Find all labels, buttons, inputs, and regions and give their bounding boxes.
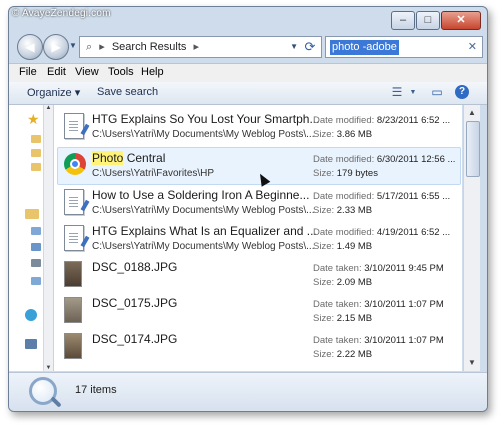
menu-tools[interactable]: Tools bbox=[108, 66, 134, 78]
library-item-icon[interactable] bbox=[31, 243, 41, 251]
date-modified: Date modified: 4/19/2011 6:52 ... bbox=[313, 227, 451, 238]
document-icon bbox=[64, 225, 90, 251]
file-name: How to Use a Soldering Iron A Beginne... bbox=[92, 188, 310, 202]
search-query-text[interactable]: photo -adobe bbox=[330, 40, 399, 55]
libraries-icon[interactable] bbox=[25, 209, 39, 219]
file-name: HTG Explains So You Lost Your Smartph... bbox=[92, 112, 320, 126]
navigation-pane-scrollbar[interactable]: ▲ ▼ bbox=[43, 105, 53, 371]
menu-file[interactable]: File bbox=[19, 66, 37, 78]
date-modified: Date modified: 6/30/2011 12:56 ... bbox=[313, 154, 456, 165]
date-modified: Date modified: 5/17/2011 6:55 ... bbox=[313, 191, 451, 202]
item-count: 17 items bbox=[75, 384, 117, 396]
homegroup-icon[interactable] bbox=[25, 309, 37, 321]
back-arrow-icon[interactable]: ◀ bbox=[17, 34, 43, 60]
library-item-icon[interactable] bbox=[31, 227, 41, 235]
folder-icon[interactable] bbox=[31, 135, 41, 143]
results-scrollbar[interactable]: ▲ ▼ bbox=[463, 105, 480, 371]
organize-button[interactable]: Organize ▾ bbox=[27, 86, 80, 99]
address-field[interactable]: ⌕ ▸ Search Results ▸ ▼ bbox=[79, 36, 303, 58]
folder-icon[interactable] bbox=[31, 149, 41, 157]
file-size: Size: 2.33 MB bbox=[313, 205, 373, 216]
clear-search-icon[interactable]: ✕ bbox=[468, 37, 477, 57]
file-size: Size: 179 bytes bbox=[313, 168, 378, 179]
folder-icon[interactable] bbox=[31, 163, 41, 171]
list-item[interactable]: HTG Explains What Is an Equalizer and ..… bbox=[58, 221, 460, 257]
file-path: C:\Users\Yatri\My Documents\My Weblog Po… bbox=[92, 129, 315, 140]
scrollbar-thumb[interactable] bbox=[466, 121, 480, 177]
scroll-down-arrow-icon[interactable]: ▼ bbox=[466, 357, 478, 369]
help-icon[interactable]: ? bbox=[455, 85, 469, 99]
list-item[interactable]: HTG Explains So You Lost Your Smartph...… bbox=[58, 109, 460, 145]
caption-buttons: – □ ✕ bbox=[391, 11, 481, 30]
breadcrumb-search-results[interactable]: Search Results bbox=[112, 41, 187, 53]
scroll-down-arrow-icon[interactable]: ▼ bbox=[44, 365, 53, 371]
minimize-button[interactable]: – bbox=[391, 11, 415, 30]
navigation-pane[interactable]: ★ ▲ ▼ bbox=[9, 105, 54, 371]
forward-arrow-icon[interactable]: ▶ bbox=[43, 34, 69, 60]
refresh-icon[interactable]: ⟳ bbox=[299, 36, 322, 58]
list-item[interactable]: DSC_0188.JPG Date taken: 3/10/2011 9:45 … bbox=[58, 257, 460, 293]
list-item[interactable]: How to Use a Soldering Iron A Beginne...… bbox=[58, 185, 460, 221]
view-dropdown-icon[interactable]: ▼ bbox=[405, 85, 421, 100]
chrome-icon bbox=[64, 153, 86, 175]
save-search-button[interactable]: Save search bbox=[97, 86, 158, 98]
search-results-icon: ⌕ bbox=[86, 41, 93, 53]
photo-icon bbox=[64, 261, 82, 287]
address-dropdown-icon[interactable]: ▼ bbox=[290, 37, 298, 57]
details-pane: 17 items bbox=[9, 372, 487, 411]
watermark: © AvayeZendegi.com bbox=[12, 8, 111, 19]
preview-pane-icon[interactable]: ▭ bbox=[429, 85, 445, 100]
search-match-highlight: Photo bbox=[92, 151, 124, 165]
recent-pages-dropdown-icon[interactable]: ▼ bbox=[69, 41, 77, 50]
scroll-up-arrow-icon[interactable]: ▲ bbox=[466, 107, 478, 119]
magnifier-icon bbox=[29, 377, 57, 405]
list-item[interactable]: DSC_0174.JPG Date taken: 3/10/2011 1:07 … bbox=[58, 329, 460, 365]
file-size: Size: 3.86 MB bbox=[313, 129, 373, 140]
file-name: DSC_0174.JPG bbox=[92, 332, 178, 346]
menu-edit[interactable]: Edit bbox=[47, 66, 66, 78]
date-modified: Date modified: 8/23/2011 6:52 ... bbox=[313, 115, 451, 126]
file-name: DSC_0175.JPG bbox=[92, 296, 178, 310]
change-view-icon[interactable]: ☰ bbox=[389, 85, 405, 100]
maximize-button[interactable]: □ bbox=[416, 11, 440, 30]
breadcrumb-separator[interactable]: ▸ bbox=[99, 41, 105, 53]
file-name: HTG Explains What Is an Equalizer and ..… bbox=[92, 224, 317, 238]
scroll-up-arrow-icon[interactable]: ▲ bbox=[44, 105, 53, 111]
file-path: C:\Users\Yatri\Favorites\HP bbox=[92, 168, 215, 179]
file-name: DSC_0188.JPG bbox=[92, 260, 178, 274]
date-taken: Date taken: 3/10/2011 9:45 PM bbox=[313, 263, 444, 274]
menu-bar: File Edit View Tools Help bbox=[9, 63, 487, 83]
file-size: Size: 2.09 MB bbox=[313, 277, 373, 288]
menu-view[interactable]: View bbox=[75, 66, 99, 78]
menu-help[interactable]: Help bbox=[141, 66, 164, 78]
search-input[interactable]: photo -adobe ✕ bbox=[325, 36, 483, 58]
breadcrumb-separator-end[interactable]: ▸ bbox=[193, 41, 199, 53]
document-icon bbox=[64, 189, 90, 215]
library-item-icon[interactable] bbox=[31, 259, 41, 267]
photo-icon bbox=[64, 297, 82, 323]
explorer-window: – □ ✕ ◀ ▶ ▼ ⌕ ▸ Search Results ▸ ▼ ⟳ pho… bbox=[8, 6, 488, 412]
file-name: Photo Central bbox=[92, 151, 166, 165]
library-item-icon[interactable] bbox=[31, 277, 41, 285]
date-taken: Date taken: 3/10/2011 1:07 PM bbox=[313, 335, 444, 346]
close-button[interactable]: ✕ bbox=[441, 11, 481, 30]
address-bar-row: ◀ ▶ ▼ ⌕ ▸ Search Results ▸ ▼ ⟳ photo -ad… bbox=[9, 33, 487, 61]
file-size: Size: 2.22 MB bbox=[313, 349, 373, 360]
file-path: C:\Users\Yatri\My Documents\My Weblog Po… bbox=[92, 241, 315, 252]
file-size: Size: 1.49 MB bbox=[313, 241, 373, 252]
command-bar: Organize ▾ Save search ☰ ▼ ▭ ? bbox=[9, 82, 487, 105]
search-results-list: HTG Explains So You Lost Your Smartph...… bbox=[54, 105, 462, 371]
file-size: Size: 2.15 MB bbox=[313, 313, 373, 324]
file-path: C:\Users\Yatri\My Documents\My Weblog Po… bbox=[92, 205, 315, 216]
list-item[interactable]: DSC_0175.JPG Date taken: 3/10/2011 1:07 … bbox=[58, 293, 460, 329]
computer-icon[interactable] bbox=[25, 339, 37, 349]
favorites-star-icon[interactable]: ★ bbox=[27, 111, 40, 128]
document-icon bbox=[64, 113, 90, 139]
date-taken: Date taken: 3/10/2011 1:07 PM bbox=[313, 299, 444, 310]
photo-icon bbox=[64, 333, 82, 359]
